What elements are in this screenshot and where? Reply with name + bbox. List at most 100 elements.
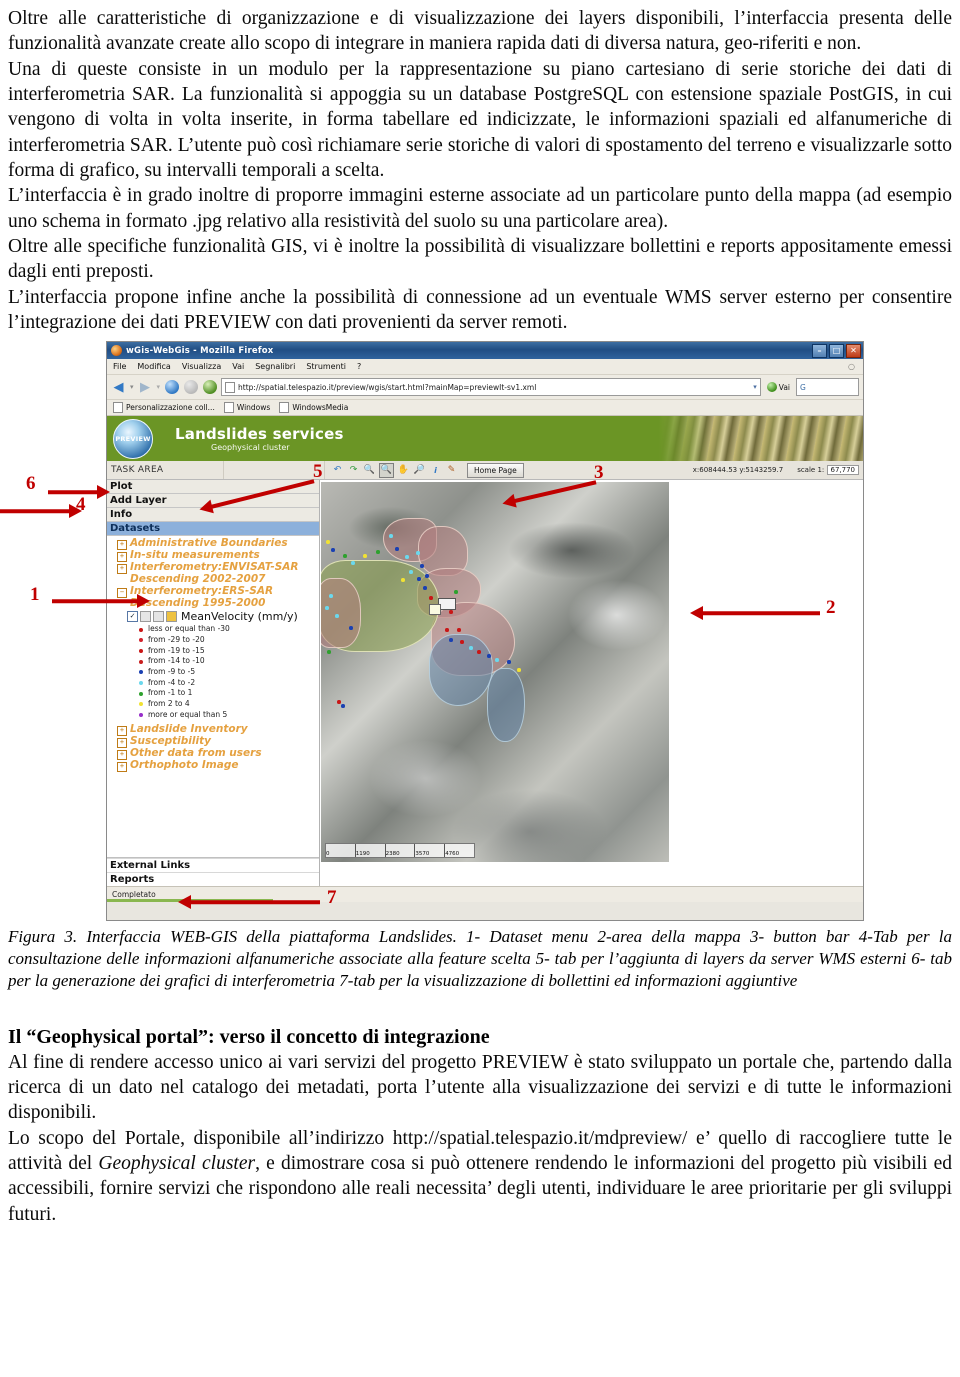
identify-icon[interactable]: i: [429, 464, 442, 477]
susceptibility-polygon[interactable]: [321, 578, 361, 649]
inventory-polygon[interactable]: [487, 668, 525, 743]
paragraph-2: Una di queste consiste in un modulo per …: [8, 58, 952, 182]
bookmark-label: WindowsMedia: [292, 403, 349, 413]
menu-item-strumenti[interactable]: Strumenti: [306, 362, 346, 371]
expand-icon[interactable]: +: [117, 750, 127, 761]
tree-group-orthophoto-image[interactable]: + Orthophoto Image: [111, 759, 319, 773]
forward-icon[interactable]: ▶: [138, 380, 153, 395]
tab-datasets[interactable]: Datasets: [107, 522, 319, 537]
scalebar-tick: 0: [326, 844, 356, 858]
scalebar-label: 1190: [355, 851, 370, 858]
legend-item: less or equal than -30: [139, 624, 319, 635]
menu-item-visualizza[interactable]: Visualizza: [182, 362, 221, 371]
redo-icon[interactable]: ↷: [347, 464, 360, 477]
sidebar-bottom-tabs: External Links Reports: [107, 857, 319, 886]
browser-menu-bar: File Modifica Visualizza Vai Segnalibri …: [107, 359, 863, 376]
map-canvas[interactable]: 0 1190 2380 3570 4760: [321, 482, 669, 863]
datasets-tree: + Administrative Boundaries + In-situ me…: [107, 536, 319, 857]
legend-label: from -14 to -10: [148, 656, 205, 666]
legend-color-swatch: [139, 638, 143, 643]
paragraph-5: L’interfaccia propone infine anche la po…: [8, 286, 952, 334]
minimize-button[interactable]: –: [812, 344, 827, 359]
expand-icon[interactable]: +: [117, 726, 127, 737]
browser-title-bar: wGis-WebGis - Mozilla Firefox – □ ✕: [107, 342, 863, 360]
menu-item-vai[interactable]: Vai: [232, 362, 244, 371]
expand-icon[interactable]: +: [117, 738, 127, 749]
back-icon[interactable]: ◀: [111, 380, 126, 395]
go-icon: [766, 382, 777, 393]
banner-subtitle: Geophysical cluster: [211, 443, 290, 453]
expand-icon[interactable]: +: [117, 540, 127, 551]
intro-text-block: Oltre alle caratteristiche di organizzaz…: [0, 0, 960, 335]
bookmark-item-windowsmedia[interactable]: WindowsMedia: [279, 402, 349, 414]
map-point: [449, 610, 453, 614]
menu-item-modifica[interactable]: Modifica: [137, 362, 170, 371]
firefox-icon: [111, 345, 122, 357]
reload-icon[interactable]: [164, 380, 179, 395]
layer-meanvelocity[interactable]: ✓ MeanVelocity (mm/y): [127, 610, 319, 623]
menu-item-file[interactable]: File: [113, 362, 126, 371]
home-icon[interactable]: [202, 380, 217, 395]
map-point: [495, 658, 499, 662]
paragraph-4: Oltre alle specifiche funzionalità GIS, …: [8, 236, 952, 283]
inventory-polygon[interactable]: [429, 634, 493, 707]
back-dropdown-icon[interactable]: ▾: [130, 383, 134, 391]
stop-icon[interactable]: [183, 380, 198, 395]
annotation-number-1: 1: [30, 584, 40, 606]
menu-item-segnalibri[interactable]: Segnalibri: [255, 362, 295, 371]
go-label: Vai: [778, 382, 790, 392]
legend-color-swatch: [139, 702, 143, 707]
map-point: [405, 555, 409, 559]
bookmark-item-windows[interactable]: Windows: [223, 402, 270, 414]
measure-pencil-icon[interactable]: ✎: [445, 464, 458, 477]
layer-legend-icon[interactable]: [166, 611, 177, 623]
zoom-in-icon[interactable]: 🔍: [363, 464, 376, 477]
pan-hand-icon[interactable]: ✋: [397, 464, 410, 477]
legend-item: from -19 to -15: [139, 646, 319, 657]
url-input[interactable]: http://spatial.telespazio.it/preview/wgi…: [221, 378, 761, 397]
zoom-out-icon[interactable]: 🔍: [379, 462, 394, 478]
legend-label: from 2 to 4: [148, 698, 190, 708]
annotation-arrow-1: [52, 594, 150, 609]
map-point: [395, 547, 399, 551]
map-point: [487, 654, 491, 658]
bookmark-label: Personalizzazione coll...: [126, 403, 215, 413]
close-button[interactable]: ✕: [846, 344, 861, 359]
url-dropdown-icon[interactable]: ▾: [753, 383, 757, 391]
go-button[interactable]: Vai: [765, 382, 792, 393]
annotation-arrow-7: [178, 895, 320, 910]
bookmark-item-personalizzazione[interactable]: Personalizzazione coll...: [113, 402, 215, 414]
tab-external-links[interactable]: External Links: [107, 858, 319, 872]
scalebar-label: 3570: [415, 851, 430, 858]
map-scale-value[interactable]: 67,770: [826, 465, 859, 476]
maximize-button[interactable]: □: [829, 344, 844, 359]
map-point: [325, 606, 329, 610]
tree-group-interferometry-envisat[interactable]: + Interferometry:ENVISAT-SAR Descending …: [111, 562, 319, 586]
undo-icon[interactable]: ↶: [331, 464, 344, 477]
layer-checkbox[interactable]: ✓: [127, 611, 138, 623]
forward-dropdown-icon[interactable]: ▾: [157, 383, 161, 391]
layer-info-icon[interactable]: [140, 611, 151, 623]
map-point: [429, 596, 433, 600]
search-input[interactable]: G: [796, 378, 859, 397]
expand-icon[interactable]: +: [117, 762, 127, 773]
legend-color-swatch: [139, 712, 143, 717]
browser-nav-toolbar: ◀ ▾ ▶ ▾ http://spatial.telespazio.it/pre…: [107, 375, 863, 401]
zoom-full-extent-icon[interactable]: 🔎: [413, 464, 426, 477]
legend-color-swatch: [139, 659, 143, 664]
legend-label: from -19 to -15: [148, 645, 205, 655]
tab-reports[interactable]: Reports: [107, 872, 319, 886]
layer-zoom-icon[interactable]: [153, 611, 164, 623]
map-area[interactable]: 0 1190 2380 3570 4760: [320, 480, 863, 887]
menu-item-help[interactable]: ?: [357, 362, 361, 371]
expand-icon[interactable]: +: [117, 552, 127, 563]
map-point: [460, 640, 464, 644]
map-point: [401, 578, 405, 582]
annotation-number-2: 2: [826, 597, 836, 619]
home-page-button[interactable]: Home Page: [467, 462, 524, 478]
expand-icon[interactable]: +: [117, 564, 127, 575]
map-feature-highlight[interactable]: [429, 604, 441, 616]
legend-label: from -1 to 1: [148, 688, 193, 698]
webgis-application: PREVIEW Landslides services Geophysical …: [107, 416, 863, 903]
tree-group-label: Susceptibility: [130, 735, 211, 748]
